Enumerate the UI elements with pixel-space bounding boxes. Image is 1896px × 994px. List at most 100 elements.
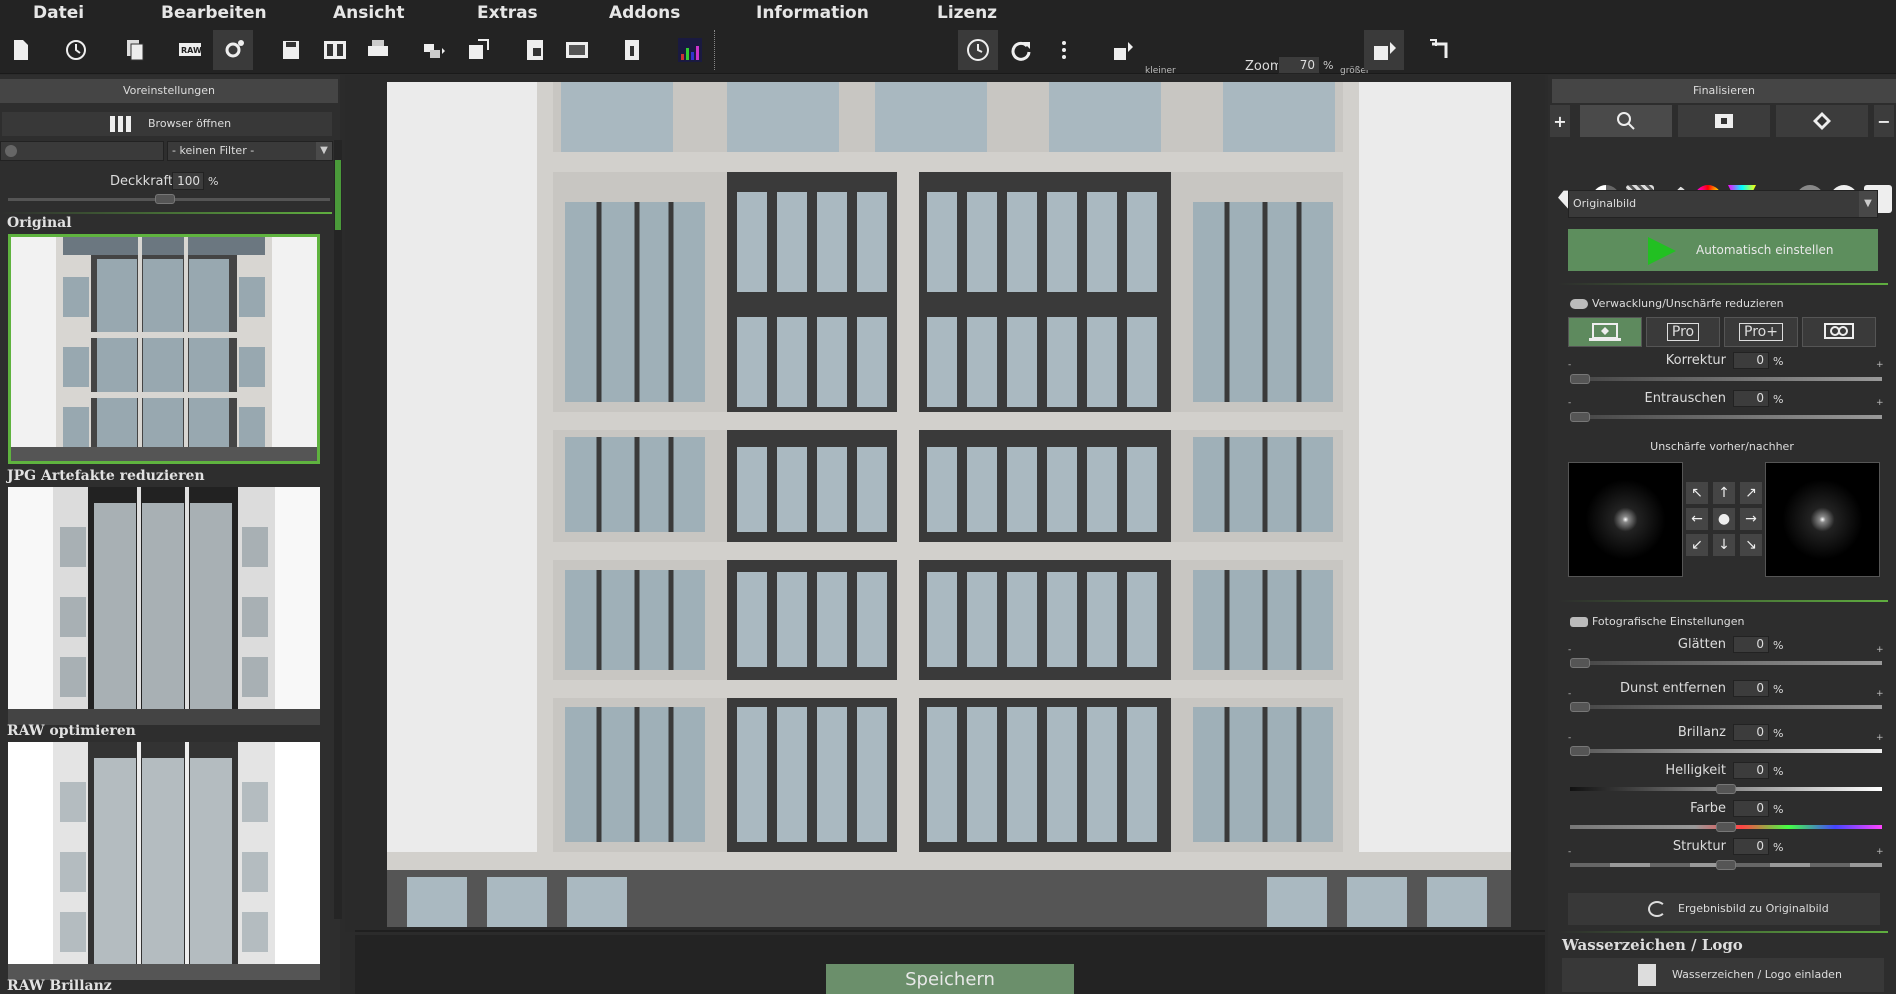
search-icon[interactable] xyxy=(1580,105,1672,137)
diamond-icon[interactable] xyxy=(1776,105,1868,137)
preset-thumb-raw[interactable] xyxy=(8,742,320,980)
farbe-input[interactable]: 0 xyxy=(1733,800,1769,817)
arrow-up-left-icon[interactable]: ↖ xyxy=(1686,482,1708,504)
share-icon[interactable] xyxy=(458,30,498,70)
add-icon[interactable]: + xyxy=(1550,105,1570,137)
document-icon xyxy=(1638,964,1656,986)
arrow-left-icon[interactable]: ← xyxy=(1686,508,1708,530)
histogram-icon[interactable] xyxy=(670,30,710,70)
zoom-unit: % xyxy=(1323,59,1334,72)
presets-scrollbar[interactable] xyxy=(334,140,342,919)
opacity-input[interactable]: 100 xyxy=(172,172,204,190)
filter-select[interactable]: - keinen Filter - ▼ xyxy=(167,141,333,161)
preset-thumb-jpg[interactable] xyxy=(8,487,320,725)
glaetten-input[interactable]: 0 xyxy=(1733,636,1769,653)
menu-lizenz[interactable]: Lizenz xyxy=(937,3,997,23)
document-icon[interactable] xyxy=(515,30,555,70)
farbe-slider-thumb[interactable] xyxy=(1716,822,1736,832)
center-dot-icon[interactable]: ● xyxy=(1713,508,1735,530)
plus-label: + xyxy=(1876,645,1884,655)
new-file-icon[interactable] xyxy=(0,30,40,70)
mode-proplus-button[interactable]: Pro+ xyxy=(1724,317,1798,347)
export-icon[interactable] xyxy=(414,30,454,70)
batch-icon[interactable] xyxy=(115,30,155,70)
filter-search-input[interactable] xyxy=(0,141,164,161)
svg-text:RAW: RAW xyxy=(181,46,202,55)
time-icon[interactable] xyxy=(958,30,998,70)
more-icon[interactable] xyxy=(1044,30,1084,70)
mode-infinity-button[interactable] xyxy=(1802,317,1876,347)
building-photo[interactable] xyxy=(387,82,1511,927)
korrektur-slider-thumb[interactable] xyxy=(1570,374,1590,384)
menu-addons[interactable]: Addons xyxy=(609,3,680,23)
divider xyxy=(1558,600,1888,602)
menu-extras[interactable]: Extras xyxy=(477,3,538,23)
zoom-out-icon[interactable] xyxy=(1102,30,1142,70)
arrow-down-left-icon[interactable]: ↙ xyxy=(1686,534,1708,556)
glaetten-slider-thumb[interactable] xyxy=(1570,658,1590,668)
preset-thumb-original[interactable] xyxy=(8,234,320,464)
dunst-input[interactable]: 0 xyxy=(1733,680,1769,697)
presets-scrollbar-thumb[interactable] xyxy=(335,160,341,230)
settings-icon[interactable] xyxy=(213,30,253,70)
open-browser-button[interactable]: Browser öffnen xyxy=(2,112,332,136)
menu-bearbeiten[interactable]: Bearbeiten xyxy=(161,3,267,23)
camera-icon xyxy=(1570,617,1588,627)
glaetten-slider-track[interactable] xyxy=(1570,661,1882,665)
auto-adjust-button[interactable]: Automatisch einstellen xyxy=(1568,229,1878,271)
opacity-slider-thumb[interactable] xyxy=(155,194,175,204)
raw-icon[interactable]: RAW xyxy=(170,30,210,70)
save-button[interactable]: Speichern xyxy=(826,964,1074,994)
zoom-in-icon[interactable] xyxy=(1364,30,1404,70)
minus-label: - xyxy=(1568,645,1572,655)
struktur-input[interactable]: 0 xyxy=(1733,838,1769,855)
mode-pro-button[interactable]: Pro xyxy=(1646,317,1720,347)
presets-header: Voreinstellungen xyxy=(0,79,338,103)
plus-label: + xyxy=(1876,398,1884,408)
menu-information[interactable]: Information xyxy=(756,3,869,23)
struktur-slider-thumb[interactable] xyxy=(1716,860,1736,870)
compare-icon[interactable] xyxy=(557,30,597,70)
arrow-up-icon[interactable]: ↑ xyxy=(1713,482,1735,504)
zoom-input[interactable]: 70 xyxy=(1278,56,1320,74)
helligkeit-input[interactable]: 0 xyxy=(1733,762,1769,779)
image-source-select[interactable]: Originalbild ▼ xyxy=(1568,190,1878,218)
image-canvas xyxy=(345,75,1545,932)
save-batch-icon[interactable] xyxy=(315,30,355,70)
save-icon[interactable] xyxy=(271,30,311,70)
plus-label: + xyxy=(1876,847,1884,857)
finalize-header: Finalisieren xyxy=(1552,79,1896,103)
frame-icon[interactable] xyxy=(1678,105,1770,137)
crop-icon[interactable] xyxy=(1420,30,1460,70)
minus-label: - xyxy=(1568,847,1572,857)
rotate-icon xyxy=(1648,901,1666,917)
arrow-right-icon[interactable]: → xyxy=(1740,508,1762,530)
arrow-down-right-icon[interactable]: ↘ xyxy=(1740,534,1762,556)
entrauschen-input[interactable]: 0 xyxy=(1733,390,1769,407)
dunst-slider-thumb[interactable] xyxy=(1570,702,1590,712)
korrektur-input[interactable]: 0 xyxy=(1733,352,1769,369)
brillanz-slider-track[interactable] xyxy=(1570,749,1882,753)
korrektur-slider-track[interactable] xyxy=(1570,377,1882,381)
dunst-slider-track[interactable] xyxy=(1570,705,1882,709)
brillanz-slider-thumb[interactable] xyxy=(1570,746,1590,756)
menu-datei[interactable]: Datei xyxy=(33,3,84,23)
brillanz-input[interactable]: 0 xyxy=(1733,724,1769,741)
search-icon xyxy=(5,145,17,157)
menu-ansicht[interactable]: Ansicht xyxy=(333,3,405,23)
arrow-down-icon[interactable]: ↓ xyxy=(1713,534,1735,556)
entrauschen-slider-track[interactable] xyxy=(1570,415,1882,419)
result-to-original-button[interactable]: Ergebnisbild zu Originalbild xyxy=(1568,893,1880,925)
redo-icon[interactable] xyxy=(1001,30,1041,70)
helligkeit-slider-thumb[interactable] xyxy=(1716,784,1736,794)
entrauschen-slider-thumb[interactable] xyxy=(1570,412,1590,422)
arrow-up-right-icon[interactable]: ↗ xyxy=(1740,482,1762,504)
menu-bar: Datei Bearbeiten Ansicht Extras Addons I… xyxy=(0,0,1896,26)
farbe-unit: % xyxy=(1773,803,1784,816)
print-icon[interactable] xyxy=(358,30,398,70)
history-icon[interactable] xyxy=(56,30,96,70)
remove-icon[interactable]: − xyxy=(1874,105,1894,137)
load-watermark-button[interactable]: Wasserzeichen / Logo einladen xyxy=(1562,958,1884,992)
info-doc-icon[interactable] xyxy=(612,30,652,70)
mode-basic-button[interactable] xyxy=(1568,317,1642,347)
